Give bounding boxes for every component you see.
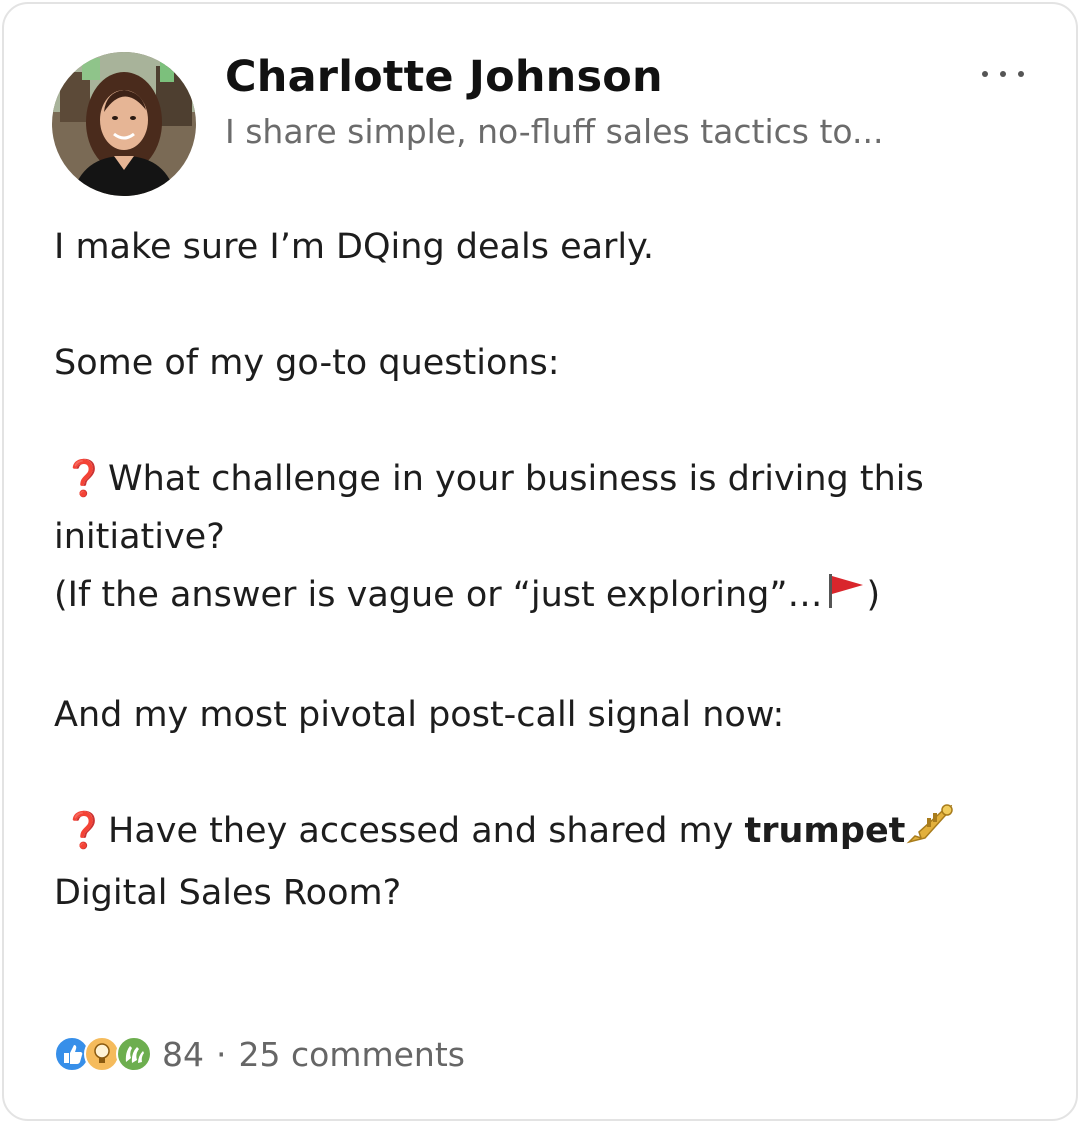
red-flag-icon — [823, 570, 867, 628]
reaction-icons[interactable] — [54, 1034, 158, 1074]
author-headline: I share simple, no-fluff sales tactics t… — [225, 112, 884, 151]
author-avatar[interactable] — [52, 52, 196, 196]
question-note-close: ) — [866, 575, 881, 615]
post-card: Charlotte Johnson I share simple, no-flu… — [2, 2, 1078, 1121]
question-text: What challenge in your business is drivi… — [108, 459, 924, 499]
question-mark-icon: ❓ — [62, 459, 106, 499]
post-line: I make sure I’m DQing deals early. — [54, 227, 655, 267]
question-text-continued: initiative? — [54, 517, 225, 557]
question-note-text: (If the answer is vague or “just explori… — [54, 575, 823, 615]
comments-count-link[interactable]: 25 comments — [239, 1035, 465, 1074]
question-text-continued: Digital Sales Room? — [54, 873, 402, 913]
question-item: ❓What challenge in your business is driv… — [54, 450, 1044, 508]
author-name[interactable]: Charlotte Johnson — [225, 52, 663, 102]
celebrate-icon — [116, 1036, 152, 1072]
ellipsis-horizontal-icon — [982, 71, 1024, 77]
reaction-count[interactable]: 84 — [162, 1035, 204, 1074]
social-counts: 84 · 25 comments — [54, 1034, 465, 1074]
avatar-photo — [52, 52, 196, 196]
question-item: ❓Have they accessed and shared my trumpe… — [54, 802, 1044, 864]
trumpet-mention[interactable]: trumpet — [745, 811, 906, 851]
question-mark-icon: ❓ — [62, 811, 106, 851]
question-text: Have they accessed and shared my — [108, 811, 734, 851]
separator-dot: · — [216, 1034, 227, 1074]
post-line: Some of my go-to questions: — [54, 343, 560, 383]
more-options-button[interactable] — [976, 56, 1032, 92]
question-note: (If the answer is vague or “just explori… — [54, 566, 1044, 628]
insightful-icon — [84, 1036, 120, 1072]
post-body: I make sure I’m DQing deals early. Some … — [54, 218, 1044, 922]
post-line: And my most pivotal post-call signal now… — [54, 695, 785, 735]
trumpet-icon — [905, 802, 955, 864]
